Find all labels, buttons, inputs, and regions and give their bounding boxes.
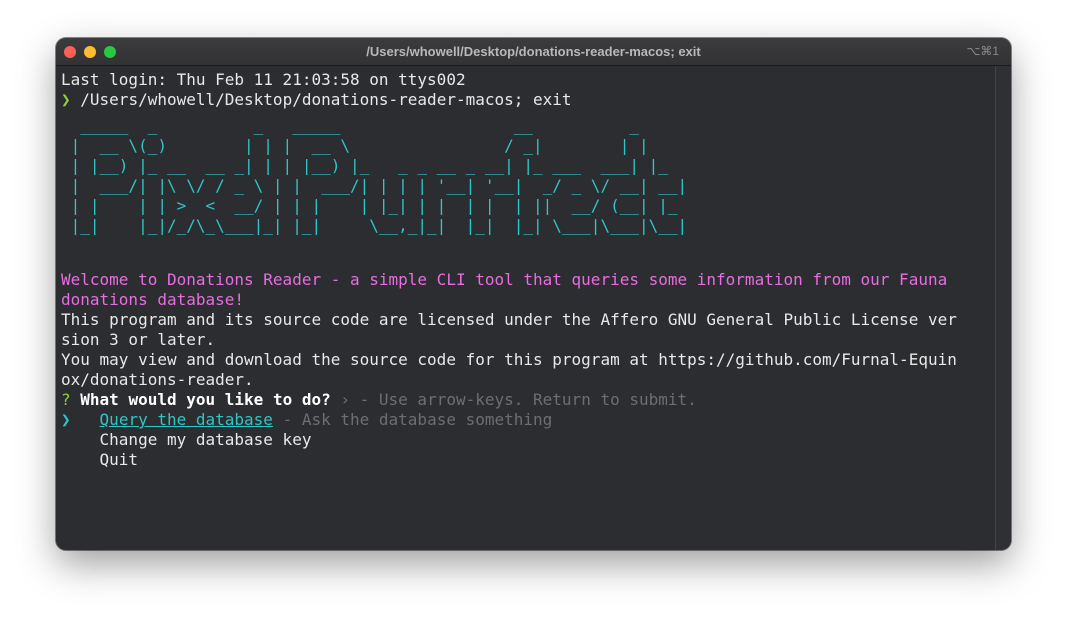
option-description-query: - Ask the database something xyxy=(272,410,553,429)
source-line-1: You may view and download the source cod… xyxy=(61,350,957,369)
window-title: /Users/whowell/Desktop/donations-reader-… xyxy=(366,44,701,59)
command-line: ❯ /Users/whowell/Desktop/donations-reade… xyxy=(61,90,572,110)
window-shortcut-label: ⌥⌘1 xyxy=(966,44,999,58)
last-login-line: Last login: Thu Feb 11 21:03:58 on ttys0… xyxy=(61,70,466,89)
option-label-query[interactable]: Query the database xyxy=(100,410,273,429)
vertical-scrollbar[interactable] xyxy=(995,66,1011,550)
command-text: /Users/whowell/Desktop/donations-reader-… xyxy=(70,90,572,109)
option-label-change-key[interactable]: Change my database key xyxy=(100,430,312,449)
prompt-question-line: ? What would you like to do? › - Use arr… xyxy=(61,390,697,410)
welcome-line-1: Welcome to Donations Reader - a simple C… xyxy=(61,270,948,289)
prompt-chevron-icon: ❯ xyxy=(61,90,71,109)
license-line-1: This program and its source code are lic… xyxy=(61,310,957,329)
menu-option-quit[interactable]: Quit xyxy=(61,450,139,470)
question-mark-icon: ? xyxy=(61,390,71,409)
title-bar: /Users/whowell/Desktop/donations-reader-… xyxy=(56,38,1011,66)
welcome-line-2: donations database! xyxy=(61,290,245,309)
source-line-2: ox/donations-reader. xyxy=(61,370,254,389)
terminal-output[interactable]: Last login: Thu Feb 11 21:03:58 on ttys0… xyxy=(56,66,996,550)
option-label-quit[interactable]: Quit xyxy=(100,450,139,469)
menu-option-change-key[interactable]: Change my database key xyxy=(61,430,312,450)
pixel-purrfect-ascii-banner: _____ _ _ _____ __ _ | __ \(_) | | | __ … xyxy=(70,116,688,235)
prompt-question: What would you like to do? xyxy=(80,390,331,409)
selection-cursor-icon: ❯ xyxy=(61,410,71,429)
terminal-window: /Users/whowell/Desktop/donations-reader-… xyxy=(56,38,1011,550)
prompt-hint: › - Use arrow-keys. Return to submit. xyxy=(330,390,697,409)
license-line-2: sion 3 or later. xyxy=(61,330,216,349)
menu-option-query[interactable]: ❯ Query the database - Ask the database … xyxy=(61,410,552,430)
